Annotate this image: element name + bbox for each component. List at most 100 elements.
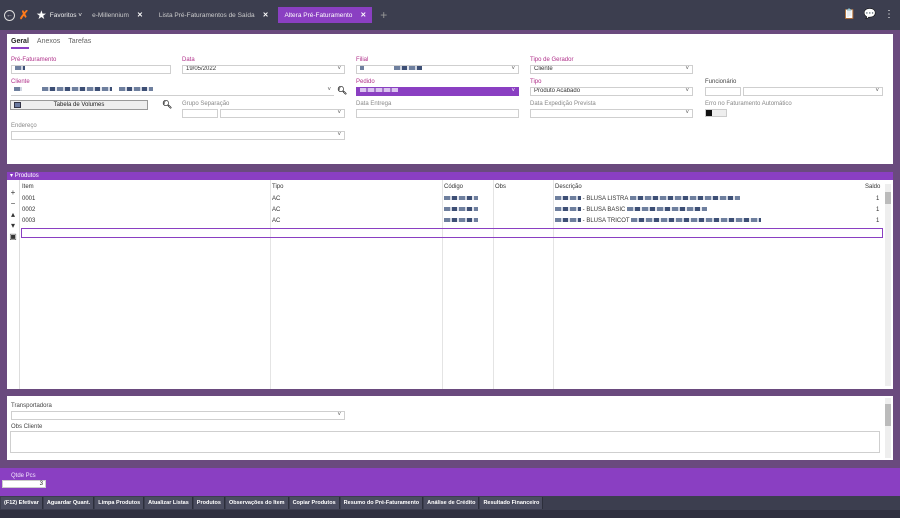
- transportadora-select[interactable]: ˅: [11, 411, 345, 420]
- filial-label: Filial: [356, 57, 369, 63]
- subtab-anexos[interactable]: Anexos: [37, 38, 60, 49]
- qtde-field[interactable]: 3: [2, 480, 46, 488]
- efetivar-button[interactable]: (F12) Efetivar: [1, 497, 43, 509]
- tab-lista-pre-faturamentos[interactable]: Lista Pré-Faturamentos de Saída ✕: [153, 8, 275, 22]
- close-icon[interactable]: ✕: [263, 11, 269, 19]
- cell-descricao[interactable]: - BLUSA BASIC: [555, 207, 708, 213]
- qtde-label: Qtde Pcs: [11, 473, 36, 479]
- produtos-section-header[interactable]: ▾ Produtos: [7, 172, 893, 180]
- funcionario-code-field[interactable]: [705, 87, 741, 96]
- column-header-obs[interactable]: Obs: [495, 184, 506, 190]
- chat-icon[interactable]: 💬: [864, 9, 876, 20]
- limpa-produtos-button[interactable]: Limpa Produtos: [95, 497, 145, 509]
- cell-item[interactable]: 0001: [22, 196, 35, 202]
- grid-divider: [270, 180, 271, 389]
- cliente-label: Cliente: [11, 79, 30, 85]
- search-icon[interactable]: 🔍︎: [162, 100, 172, 109]
- endereco-select[interactable]: ˅: [11, 131, 345, 140]
- column-header-item[interactable]: Item: [22, 184, 34, 190]
- move-up-icon[interactable]: ▴: [7, 210, 19, 221]
- tab-label: Lista Pré-Faturamentos de Saída: [158, 11, 255, 19]
- favorites-label: Favoritos: [49, 11, 77, 19]
- back-icon[interactable]: ←: [4, 9, 15, 21]
- chevron-down-icon: ˅: [685, 88, 689, 94]
- column-header-descricao[interactable]: Descrição: [555, 184, 582, 190]
- favorites-menu[interactable]: Favoritos ˅: [50, 12, 82, 19]
- cell-saldo[interactable]: 1: [876, 196, 879, 202]
- cell-codigo[interactable]: [444, 207, 478, 213]
- data-entrega-field[interactable]: [356, 109, 519, 118]
- grupo-separacao-label: Grupo Separação: [182, 101, 230, 107]
- grid-options-icon[interactable]: ▣: [7, 232, 19, 243]
- cell-codigo[interactable]: [444, 218, 478, 224]
- grupo-separacao-code-field[interactable]: [182, 109, 218, 118]
- observacoes-item-button[interactable]: Observações do Item: [225, 497, 289, 509]
- cell-tipo[interactable]: AC: [272, 196, 280, 202]
- close-icon[interactable]: ✕: [137, 11, 143, 19]
- column-header-saldo[interactable]: Saldo: [865, 184, 880, 190]
- column-header-tipo[interactable]: Tipo: [272, 184, 283, 190]
- tipo-select[interactable]: Produto Acabado ˅: [530, 87, 693, 96]
- grid-scrollbar[interactable]: [885, 184, 891, 386]
- cell-descricao[interactable]: - BLUSA LISTRA: [555, 196, 740, 202]
- clipboard-icon[interactable]: 📋: [843, 9, 855, 20]
- pre-faturamento-field[interactable]: [11, 65, 171, 74]
- cell-saldo[interactable]: 1: [876, 207, 879, 213]
- cell-item[interactable]: 0002: [22, 207, 35, 213]
- resultado-financeiro-button[interactable]: Resultado Financeiro: [480, 497, 544, 509]
- cell-descricao[interactable]: - BLUSA TRICOT: [555, 218, 762, 224]
- data-value: 19/05/2022: [186, 66, 217, 72]
- qtde-bar: [0, 468, 900, 496]
- cliente-field[interactable]: ˅: [11, 87, 334, 96]
- action-bar: (F12) Efetivar Aguardar Quant. Limpa Pro…: [0, 496, 900, 510]
- grupo-separacao-select[interactable]: ˅: [220, 109, 345, 118]
- tipo-gerador-select[interactable]: Cliente ˅: [530, 65, 693, 74]
- data-expedicao-select[interactable]: ˅: [530, 109, 693, 118]
- column-header-codigo[interactable]: Código: [444, 184, 463, 190]
- cell-tipo[interactable]: AC: [272, 218, 280, 224]
- new-tab-icon[interactable]: +: [380, 8, 387, 22]
- tab-altera-pre-faturamento[interactable]: Altera Pré-Faturamento ✕: [278, 7, 373, 23]
- subtab-geral[interactable]: Geral: [11, 38, 29, 49]
- obs-cliente-textarea[interactable]: [10, 431, 880, 453]
- close-icon[interactable]: ✕: [360, 11, 366, 19]
- cell-item[interactable]: 0003: [22, 218, 35, 224]
- produtos-grid: + − ▴ ▾ ▣ Item Tipo Código Obs Descrição…: [7, 180, 893, 389]
- tab-label: e-Millennium: [92, 11, 129, 19]
- filial-select[interactable]: ˅: [356, 65, 519, 74]
- produtos-button[interactable]: Produtos: [193, 497, 225, 509]
- grid-divider: [493, 180, 494, 389]
- resumo-pre-faturamento-button[interactable]: Resumo do Pré-Faturamento: [340, 497, 424, 509]
- new-row-editor[interactable]: [21, 228, 883, 238]
- erro-faturamento-toggle[interactable]: [705, 109, 727, 117]
- copiar-produtos-button[interactable]: Copiar Produtos: [289, 497, 340, 509]
- remove-row-icon[interactable]: −: [7, 199, 19, 210]
- chevron-down-icon[interactable]: ˅: [337, 66, 341, 73]
- cell-tipo[interactable]: AC: [272, 207, 280, 213]
- add-row-icon[interactable]: +: [7, 188, 19, 199]
- search-icon[interactable]: 🔍︎: [337, 86, 347, 95]
- funcionario-select[interactable]: ˅: [743, 87, 883, 96]
- cell-saldo[interactable]: 1: [876, 218, 879, 224]
- descricao-text: - BLUSA BASIC: [582, 207, 626, 213]
- aguardar-quant-button[interactable]: Aguardar Quant.: [43, 497, 95, 509]
- cell-codigo[interactable]: [444, 196, 478, 202]
- grid-toolbar: + − ▴ ▾ ▣: [7, 180, 20, 389]
- move-down-icon[interactable]: ▾: [7, 221, 19, 232]
- table-icon: [14, 102, 21, 108]
- analise-credito-button[interactable]: Análise de Crédito: [424, 497, 480, 509]
- star-icon[interactable]: ★: [36, 8, 47, 22]
- subtab-tarefas[interactable]: Tarefas: [68, 38, 91, 49]
- atualizar-listas-button[interactable]: Atualizar Listas: [145, 497, 193, 509]
- chevron-down-icon: ˅: [511, 66, 515, 72]
- chevron-down-icon: ˅: [337, 412, 341, 418]
- grid-divider: [442, 180, 443, 389]
- more-menu-icon[interactable]: ⋮: [884, 9, 894, 20]
- data-field[interactable]: 19/05/2022 ˅: [182, 65, 345, 74]
- tipo-gerador-value: Cliente: [534, 66, 553, 72]
- pedido-select[interactable]: ˅: [356, 87, 519, 96]
- endereco-label: Endereço: [11, 123, 37, 129]
- tab-emillennium[interactable]: e-Millennium ✕: [86, 8, 149, 22]
- bottom-scrollbar[interactable]: [885, 398, 891, 458]
- tabela-volumes-button[interactable]: Tabela de Volumes: [10, 100, 148, 110]
